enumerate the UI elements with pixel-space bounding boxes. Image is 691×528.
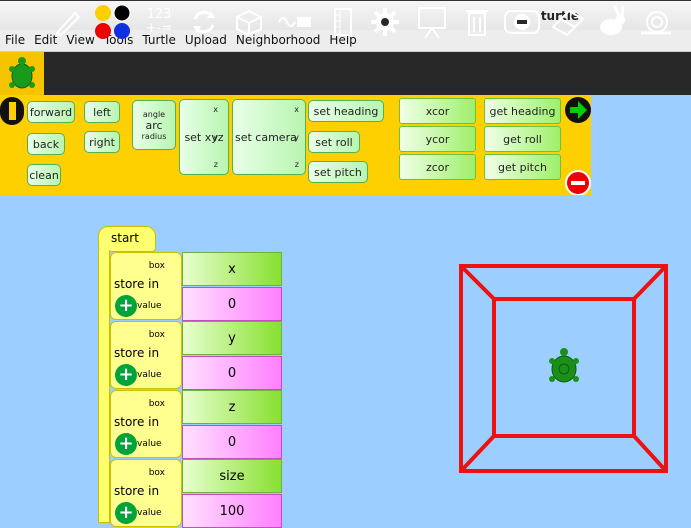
- palette-toolbar: [0, 52, 691, 95]
- expand-plus-icon[interactable]: +: [115, 364, 137, 386]
- set-camera-label: set camera: [235, 130, 297, 144]
- block-get-pitch[interactable]: get pitch: [484, 154, 561, 180]
- set-camera-z: z: [294, 160, 299, 169]
- arc-label: arc: [145, 118, 163, 132]
- value-label: value: [137, 370, 162, 380]
- number-label-bottom: +-=: [145, 20, 173, 36]
- value-label: value: [137, 301, 162, 311]
- store-in-label: store in: [114, 484, 160, 498]
- store-in-label: store in: [114, 346, 160, 360]
- block-forward[interactable]: forward: [27, 101, 75, 123]
- presentation-palette-button[interactable]: [412, 0, 452, 43]
- value-label: value: [137, 439, 162, 449]
- value-number[interactable]: 0: [182, 356, 282, 390]
- flow-icon: [193, 10, 215, 33]
- box-name-string[interactable]: y: [182, 321, 282, 355]
- run-fast-button[interactable]: [590, 0, 630, 43]
- set-xyz-x: x: [213, 105, 218, 114]
- extras-palette-button[interactable]: [366, 0, 404, 43]
- block-set-heading[interactable]: set heading: [308, 100, 384, 122]
- menu-file[interactable]: File: [0, 30, 29, 51]
- block-arc[interactable]: angle arc radius: [132, 100, 176, 150]
- block-get-heading[interactable]: get heading: [484, 98, 561, 124]
- arc-radius-label: radius: [141, 131, 167, 141]
- box-icon: [234, 9, 264, 36]
- block-set-roll[interactable]: set roll: [308, 131, 360, 153]
- expand-plus-icon[interactable]: +: [115, 433, 137, 455]
- turtle-sprite-icon[interactable]: [546, 346, 582, 390]
- value-number[interactable]: 0: [182, 287, 282, 321]
- block-set-xyz[interactable]: set xyz x y z: [179, 99, 229, 175]
- turtle-icon: [9, 57, 35, 89]
- box-palette-button[interactable]: [230, 0, 268, 43]
- value-number[interactable]: 0: [182, 425, 282, 459]
- block-set-pitch[interactable]: set pitch: [308, 161, 368, 183]
- block-clean[interactable]: clean: [27, 164, 61, 186]
- box-name-string[interactable]: size: [182, 459, 282, 493]
- rabbit-icon: [600, 4, 625, 35]
- sensor-palette-button[interactable]: [276, 0, 316, 43]
- media-icon: [334, 7, 352, 36]
- box-label: box: [148, 330, 165, 340]
- pen-palette-button[interactable]: [50, 0, 86, 43]
- block-right[interactable]: right: [84, 131, 120, 153]
- gear-icon: [371, 7, 399, 36]
- start-block[interactable]: start: [98, 226, 156, 252]
- block-get-roll[interactable]: get roll: [484, 126, 561, 152]
- block-ycor[interactable]: ycor: [399, 126, 476, 152]
- trash-palette-button[interactable]: [460, 0, 494, 43]
- store-in-block[interactable]: box store in + value: [110, 390, 182, 458]
- box-label: box: [148, 468, 165, 478]
- palette-remove-button[interactable]: [565, 170, 591, 196]
- number-palette-button[interactable]: 123 +-=: [140, 0, 178, 43]
- palette-collapse-button[interactable]: [0, 97, 24, 125]
- set-camera-x: x: [294, 105, 299, 114]
- color-icon: [95, 4, 131, 39]
- hide-icon: [504, 9, 540, 34]
- block-zcor[interactable]: zcor: [399, 154, 476, 180]
- set-xyz-z: z: [213, 160, 218, 169]
- run-slow-button[interactable]: [636, 0, 676, 43]
- set-xyz-y: y: [213, 133, 218, 142]
- clear-button[interactable]: [548, 0, 588, 43]
- sensor-icon: [278, 16, 311, 27]
- snail-icon: [641, 10, 671, 34]
- arc-angle-label: angle: [142, 109, 166, 119]
- minus-icon: [571, 181, 585, 185]
- media-palette-button[interactable]: [326, 0, 358, 43]
- expand-plus-icon[interactable]: +: [115, 502, 137, 524]
- block-back[interactable]: back: [27, 133, 65, 155]
- store-in-block[interactable]: box store in + value: [110, 321, 182, 389]
- box-name-string[interactable]: z: [182, 390, 282, 424]
- set-camera-y: y: [294, 133, 299, 142]
- value-label: value: [137, 508, 162, 518]
- eraser-icon: [551, 9, 585, 36]
- collapse-icon: [9, 102, 16, 120]
- box-label: box: [148, 399, 165, 409]
- presentation-icon: [418, 6, 446, 39]
- flow-palette-button[interactable]: [186, 0, 222, 43]
- store-in-label: store in: [114, 415, 160, 429]
- hide-blocks-button[interactable]: [500, 0, 544, 43]
- block-left[interactable]: left: [84, 101, 120, 123]
- trash-icon: [466, 9, 488, 36]
- palette-next-button[interactable]: [565, 97, 591, 123]
- pen-icon: [55, 11, 81, 37]
- store-in-block[interactable]: box store in + value: [110, 252, 182, 320]
- store-in-block[interactable]: box store in + value: [110, 459, 182, 527]
- number-label-top: 123: [146, 6, 172, 22]
- turtle-palette-button[interactable]: [0, 52, 44, 95]
- next-arrow-icon: [570, 101, 587, 119]
- color-palette-button[interactable]: [92, 0, 134, 43]
- block-xcor[interactable]: xcor: [399, 98, 476, 124]
- block-set-camera[interactable]: set camera x y z: [232, 99, 306, 175]
- start-stack-bar: [98, 250, 110, 523]
- box-name-string[interactable]: x: [182, 252, 282, 286]
- store-in-label: store in: [114, 277, 160, 291]
- box-label: box: [148, 261, 165, 271]
- expand-plus-icon[interactable]: +: [115, 295, 137, 317]
